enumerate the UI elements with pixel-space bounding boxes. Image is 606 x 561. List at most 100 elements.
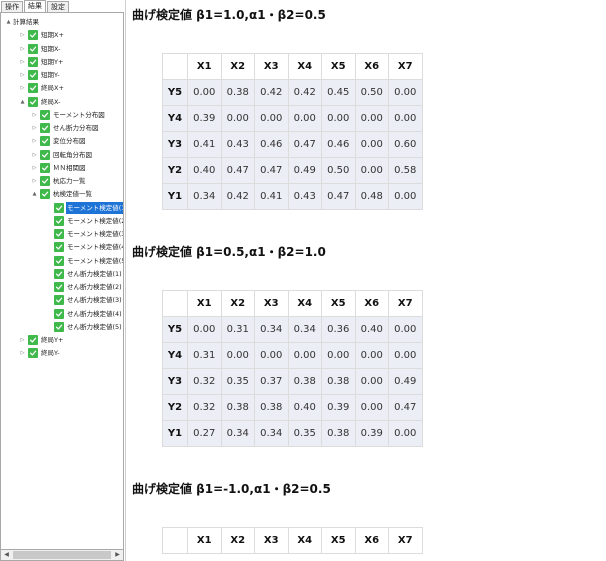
table-cell: 0.31 xyxy=(187,342,222,369)
column-header: X7 xyxy=(388,527,423,554)
collapse-arrow-icon[interactable]: ▲ xyxy=(19,96,26,108)
checkbox-checked-icon[interactable] xyxy=(54,268,64,279)
checkbox-checked-icon[interactable] xyxy=(54,255,64,266)
checkbox-checked-icon[interactable] xyxy=(40,123,50,133)
tree-node[interactable]: ▷ モーメント分布図 xyxy=(31,109,106,121)
result-tree-panel: 操作 結果 設定 ▲ 計算結果 ▷ 短期X+ ▷ 短期X- ▷ 短期Y+ ▷ 短期Y- ▷ 終局X+ ▲… xyxy=(0,0,126,561)
expand-arrow-icon[interactable]: ▷ xyxy=(19,347,26,359)
checkbox-checked-icon[interactable] xyxy=(40,109,50,120)
checkbox-checked-icon[interactable] xyxy=(40,176,50,186)
tree-node[interactable]: ▷ ＭＮ相関図 xyxy=(31,162,87,174)
tree-node[interactable]: せん断力検定値(5) xyxy=(45,321,123,333)
checkbox-checked-icon[interactable] xyxy=(40,136,50,147)
checkbox-checked-icon[interactable] xyxy=(54,242,64,253)
table-cell: 0.00 xyxy=(220,342,255,369)
tab-results[interactable]: 結果 xyxy=(24,0,46,12)
column-header: X1 xyxy=(187,290,222,317)
tree-node[interactable]: ▷ 終局Y- xyxy=(19,347,61,359)
table-cell: 0.00 xyxy=(354,105,389,132)
scroll-right-arrow-icon[interactable]: ▶ xyxy=(112,550,123,560)
table-cell: 0.42 xyxy=(254,79,289,106)
tree-node[interactable]: モーメント検定値(3) xyxy=(45,228,123,240)
checkbox-checked-icon[interactable] xyxy=(40,149,50,160)
tree-node[interactable]: モーメント検定値(1) xyxy=(45,201,123,214)
column-header: X5 xyxy=(321,527,356,554)
tree-node[interactable]: ▷ 短期X- xyxy=(19,43,61,55)
checkbox-checked-icon[interactable] xyxy=(28,30,38,41)
tree-node[interactable]: せん断力検定値(4) xyxy=(45,308,123,320)
table-cell: 0.32 xyxy=(187,394,222,421)
tree-node[interactable]: せん断力検定値(1) xyxy=(45,268,123,280)
scroll-left-arrow-icon[interactable]: ◀ xyxy=(1,550,12,560)
table-cell: 0.38 xyxy=(287,368,322,395)
expand-arrow-icon[interactable]: ▷ xyxy=(31,175,38,187)
expand-arrow-icon[interactable]: ▷ xyxy=(31,149,38,161)
checkbox-checked-icon[interactable] xyxy=(54,295,64,306)
check-value-table-1: X1 X2 X3 X4 X5 X6 X7 Y5 0.00 0.38 0.42 0.42 0.45 0.50… xyxy=(162,53,423,210)
tree-node[interactable]: ▷ 短期Y- xyxy=(19,69,61,81)
checkbox-checked-icon[interactable] xyxy=(54,282,64,292)
expand-arrow-icon[interactable]: ▷ xyxy=(19,69,26,81)
checkbox-checked-icon[interactable] xyxy=(28,348,38,359)
checkbox-checked-icon[interactable] xyxy=(28,96,38,107)
expand-arrow-icon[interactable]: ▷ xyxy=(31,109,38,121)
expand-arrow-icon[interactable]: ▷ xyxy=(31,162,38,174)
checkbox-checked-icon[interactable] xyxy=(40,189,50,200)
checkbox-checked-icon[interactable] xyxy=(28,56,38,67)
expand-arrow-icon[interactable]: ▷ xyxy=(19,29,26,41)
collapse-arrow-icon[interactable]: ▲ xyxy=(5,16,12,28)
tree-node[interactable]: モーメント検定値(5) xyxy=(45,255,123,267)
checkbox-checked-icon[interactable] xyxy=(40,162,50,173)
section-title-1: 曲げ検定値 β1=1.0,α1・β2=0.5 xyxy=(132,8,326,22)
checkbox-checked-icon[interactable] xyxy=(54,308,64,319)
expand-arrow-icon[interactable]: ▷ xyxy=(19,334,26,346)
checkbox-checked-icon[interactable] xyxy=(28,83,38,94)
column-header: X5 xyxy=(321,53,356,80)
row-header: Y2 xyxy=(162,394,188,421)
tree-node[interactable]: ▲ 杭検定値一覧 xyxy=(31,188,93,200)
tree-node[interactable]: ▷ せん断力分布図 xyxy=(31,122,100,134)
checkbox-checked-icon[interactable] xyxy=(54,215,64,226)
collapse-arrow-icon[interactable]: ▲ xyxy=(31,188,38,200)
checkbox-checked-icon[interactable] xyxy=(54,321,64,332)
row-header: Y5 xyxy=(162,316,188,343)
tab-settings[interactable]: 設定 xyxy=(47,1,69,12)
tree-node[interactable]: モーメント検定値(2) xyxy=(45,215,123,227)
tree-node[interactable]: ▷ 終局X+ xyxy=(19,82,65,94)
column-header: X1 xyxy=(187,53,222,80)
checkbox-checked-icon[interactable] xyxy=(54,202,64,213)
expand-arrow-icon[interactable]: ▷ xyxy=(19,82,26,94)
row-header: Y4 xyxy=(162,342,188,369)
tree-node[interactable]: ▷ 終局Y+ xyxy=(19,334,64,346)
expand-arrow-icon[interactable]: ▷ xyxy=(19,56,26,68)
checkbox-checked-icon[interactable] xyxy=(28,43,38,54)
tree-node[interactable]: ▷ 短期X+ xyxy=(19,29,65,41)
table-cell: 0.00 xyxy=(388,316,423,343)
scroll-thumb[interactable] xyxy=(13,551,111,559)
tab-operation[interactable]: 操作 xyxy=(1,1,23,12)
tree-node[interactable]: モーメント検定値(4) xyxy=(45,241,123,253)
table-cell: 0.39 xyxy=(187,105,222,132)
table-cell: 0.00 xyxy=(354,368,389,395)
checkbox-checked-icon[interactable] xyxy=(54,229,64,239)
tree-node[interactable]: ▲ 終局X- xyxy=(19,96,61,108)
tree-node[interactable]: せん断力検定値(3) xyxy=(45,294,123,306)
table-cell: 0.47 xyxy=(254,157,289,184)
table-cell: 0.60 xyxy=(388,131,423,158)
tree-node[interactable]: ▲ 計算結果 xyxy=(5,16,40,28)
tree-node[interactable]: せん断力検定値(2) xyxy=(45,281,123,293)
expand-arrow-icon[interactable]: ▷ xyxy=(31,135,38,147)
checkbox-checked-icon[interactable] xyxy=(28,335,38,345)
table-cell: 0.50 xyxy=(354,79,389,106)
column-header: X3 xyxy=(254,527,289,554)
tree-node[interactable]: ▷ 変位分布図 xyxy=(31,135,87,147)
expand-arrow-icon[interactable]: ▷ xyxy=(31,122,38,134)
tree-node[interactable]: ▷ 短期Y+ xyxy=(19,56,64,68)
table-cell: 0.31 xyxy=(220,316,255,343)
checkbox-checked-icon[interactable] xyxy=(28,70,38,80)
expand-arrow-icon[interactable]: ▷ xyxy=(19,43,26,55)
tree-node[interactable]: ▷ 杭応力一覧 xyxy=(31,175,87,187)
tree-node[interactable]: ▷ 回転角分布図 xyxy=(31,149,93,161)
row-header: Y4 xyxy=(162,105,188,132)
horizontal-scrollbar[interactable]: ◀ ▶ xyxy=(0,549,124,561)
